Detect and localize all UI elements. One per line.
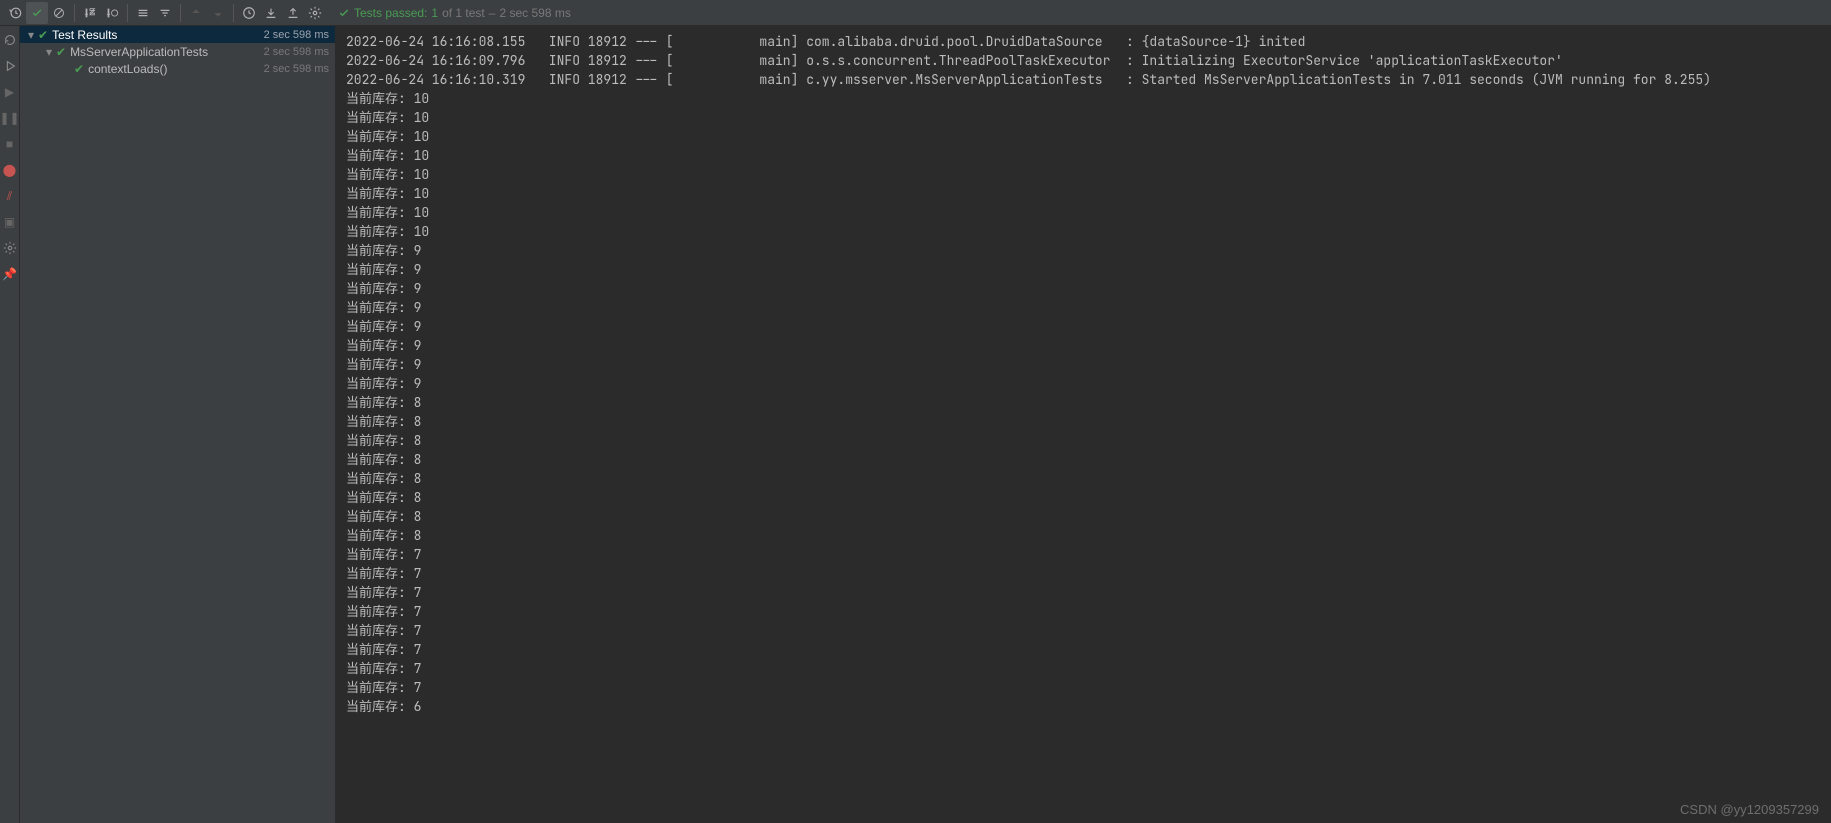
tree-time: 2 sec 598 ms: [264, 63, 329, 75]
prev-failed-icon[interactable]: [185, 2, 207, 24]
main-area: ▶ ❚❚ ■ ⬤ ⫽ ▣ 📌 ▾ ✔ Test Results 2 sec 59…: [0, 26, 1831, 823]
tests-passed-prefix: Tests passed:: [354, 6, 427, 20]
check-icon: [338, 7, 350, 19]
stop-icon[interactable]: ■: [2, 136, 18, 152]
test-toolbar: Tests passed: 1 of 1 test – 2 sec 598 ms: [0, 0, 1831, 26]
gear-icon[interactable]: [2, 240, 18, 256]
history-icon[interactable]: [4, 2, 26, 24]
check-icon: ✔: [56, 45, 66, 59]
tree-label: Test Results: [52, 28, 264, 42]
test-history-icon[interactable]: [238, 2, 260, 24]
pause-icon[interactable]: ❚❚: [2, 110, 18, 126]
settings-icon[interactable]: [304, 2, 326, 24]
sort-alpha-icon[interactable]: [79, 2, 101, 24]
watermark: CSDN @yy1209357299: [1680, 802, 1819, 817]
test-tree: ▾ ✔ Test Results 2 sec 598 ms ▾ ✔ MsServ…: [20, 26, 336, 823]
chevron-down-icon[interactable]: ▾: [42, 45, 56, 59]
check-icon: ✔: [38, 28, 48, 42]
check-icon: ✔: [74, 62, 84, 76]
collapse-all-icon[interactable]: [154, 2, 176, 24]
sort-duration-icon[interactable]: [101, 2, 123, 24]
tests-total: of 1 test: [442, 6, 485, 20]
console-output[interactable]: 2022-06-24 16:16:08.155 INFO 18912 --- […: [336, 26, 1831, 823]
camera-icon[interactable]: ▣: [2, 214, 18, 230]
gutter-toolbar: ▶ ❚❚ ■ ⬤ ⫽ ▣ 📌: [0, 26, 20, 823]
separator: [233, 4, 234, 22]
dash: –: [489, 6, 496, 20]
tree-label: MsServerApplicationTests: [70, 45, 264, 59]
tree-time: 2 sec 598 ms: [264, 29, 329, 41]
chevron-down-icon[interactable]: ▾: [24, 28, 38, 42]
tree-method[interactable]: ✔ contextLoads() 2 sec 598 ms: [20, 60, 335, 77]
pin-icon[interactable]: 📌: [2, 266, 18, 282]
separator: [127, 4, 128, 22]
separator: [74, 4, 75, 22]
separator: [180, 4, 181, 22]
tree-class[interactable]: ▾ ✔ MsServerApplicationTests 2 sec 598 m…: [20, 43, 335, 60]
toggle-auto-icon[interactable]: ▶: [2, 84, 18, 100]
layout-icon[interactable]: ⫽: [2, 188, 18, 204]
tests-duration: 2 sec 598 ms: [499, 6, 570, 20]
dump-icon[interactable]: ⬤: [2, 162, 18, 178]
tests-passed-count: 1: [431, 6, 438, 20]
rerun-failed-icon[interactable]: [2, 58, 18, 74]
show-ignored-icon[interactable]: [48, 2, 70, 24]
tests-status: Tests passed: 1 of 1 test – 2 sec 598 ms: [338, 6, 571, 20]
next-failed-icon[interactable]: [207, 2, 229, 24]
import-results-icon[interactable]: [260, 2, 282, 24]
tree-time: 2 sec 598 ms: [264, 46, 329, 58]
rerun-icon[interactable]: [2, 32, 18, 48]
tree-root[interactable]: ▾ ✔ Test Results 2 sec 598 ms: [20, 26, 335, 43]
show-passed-icon[interactable]: [26, 2, 48, 24]
expand-all-icon[interactable]: [132, 2, 154, 24]
tree-label: contextLoads(): [88, 62, 264, 76]
export-results-icon[interactable]: [282, 2, 304, 24]
